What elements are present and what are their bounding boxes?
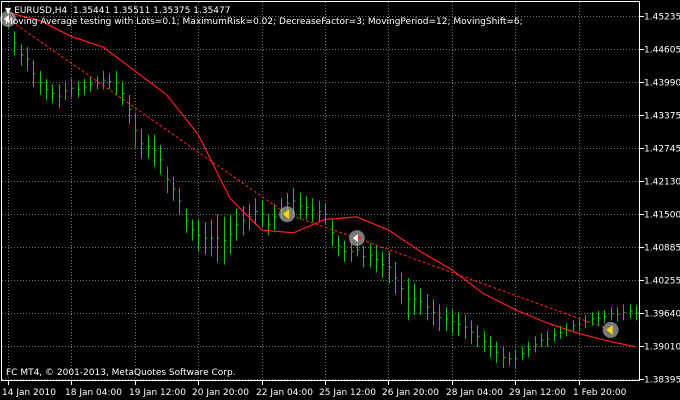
time-label: 1 Feb 20:00 bbox=[573, 388, 627, 398]
price-label: 1.42745 bbox=[644, 145, 680, 155]
buy-dot-icon bbox=[357, 236, 361, 240]
price-label: 1.43375 bbox=[644, 112, 680, 122]
time-label: 22 Jan 04:00 bbox=[256, 388, 313, 398]
time-label: 28 Jan 04:00 bbox=[446, 388, 503, 398]
price-label: 1.39640 bbox=[644, 310, 680, 320]
time-label: 25 Jan 12:00 bbox=[319, 388, 376, 398]
ohlc-values: 1.35441 1.35511 1.35375 1.35477 bbox=[73, 6, 231, 16]
time-label: 26 Jan 20:00 bbox=[382, 388, 439, 398]
price-label: 1.38395 bbox=[644, 376, 680, 386]
price-chart[interactable]: 1.45235 1.44605 1.43990 1.43375 1.42745 1.421… bbox=[0, 0, 680, 400]
price-label: 1.40885 bbox=[644, 244, 680, 254]
price-label: 1.39010 bbox=[644, 343, 680, 353]
copyright-text: FC MT4, © 2001-2013, MetaQuotes Software… bbox=[6, 368, 236, 378]
time-label: 29 Jan 12:00 bbox=[509, 388, 566, 398]
chart-background bbox=[0, 0, 680, 400]
price-label: 1.44605 bbox=[644, 46, 680, 56]
price-label: 1.42130 bbox=[644, 178, 680, 188]
time-label: 19 Jan 12:00 bbox=[129, 388, 186, 398]
time-label: 20 Jan 20:00 bbox=[192, 388, 249, 398]
price-label: 1.43990 bbox=[644, 79, 680, 89]
chart-header: ▼ EURUSD,H4 1.35441 1.35511 1.35375 1.354… bbox=[5, 5, 230, 17]
triangle-down-icon[interactable]: ▼ bbox=[5, 6, 11, 15]
time-label: 14 Jan 2010 bbox=[2, 388, 56, 398]
chart-window[interactable]: 1.45235 1.44605 1.43990 1.43375 1.42745 1.421… bbox=[0, 0, 680, 400]
price-label: 1.40255 bbox=[644, 277, 680, 287]
price-label: 1.41500 bbox=[644, 211, 680, 221]
price-label: 1.45235 bbox=[644, 13, 680, 23]
symbol-label: EURUSD,H4 bbox=[14, 6, 68, 16]
ea-comment: Moving Average testing with Lots=0.1; Ma… bbox=[5, 17, 523, 27]
time-label: 18 Jan 04:00 bbox=[65, 388, 122, 398]
